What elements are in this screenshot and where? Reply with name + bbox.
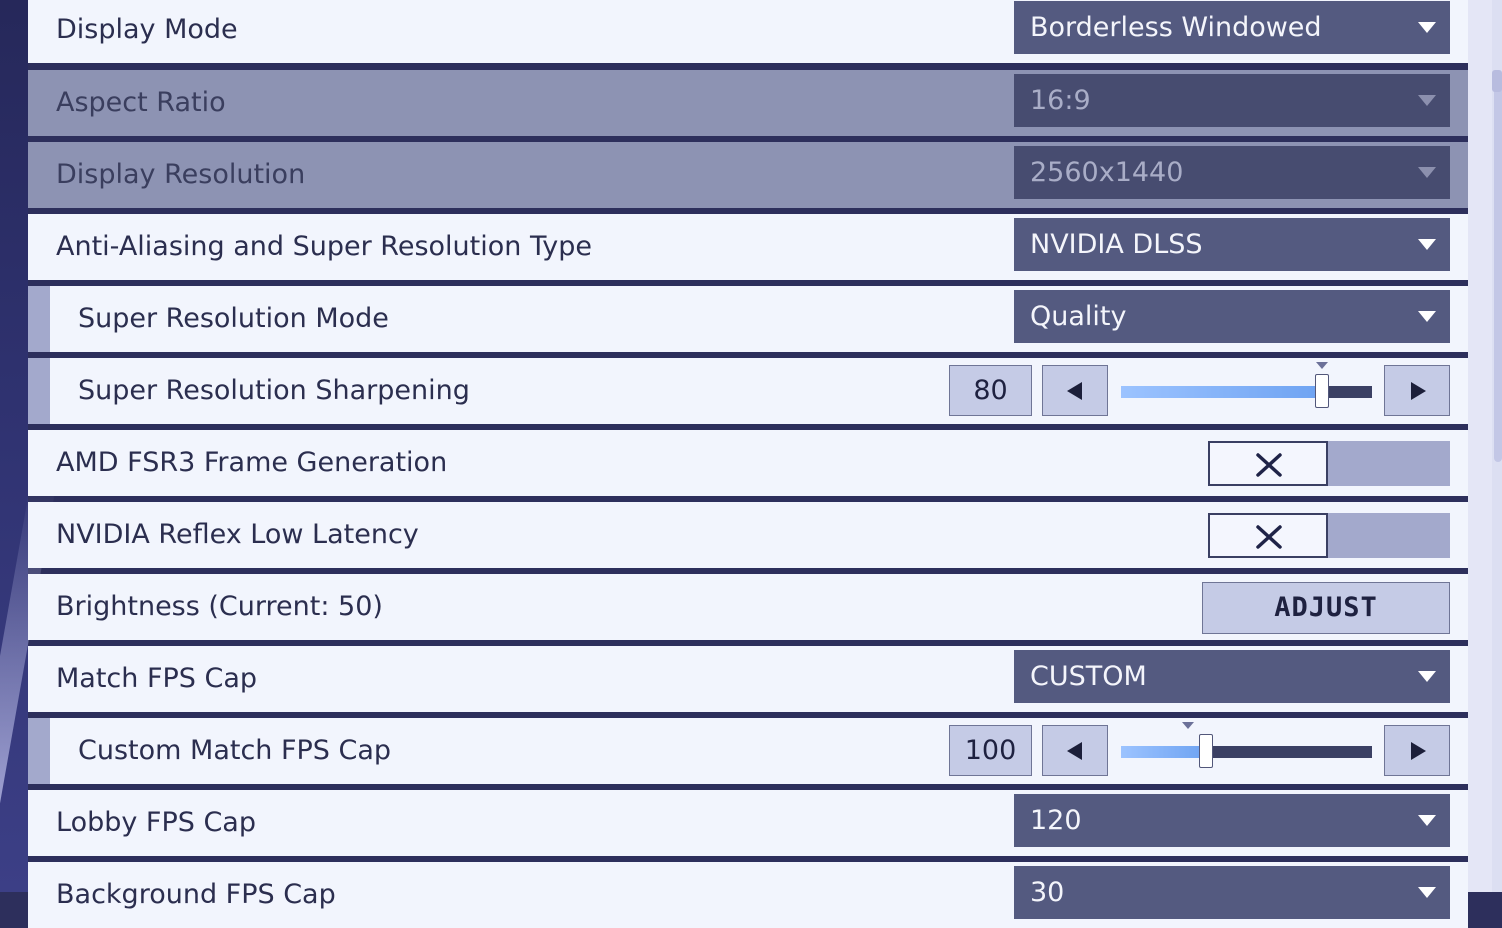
dropdown-value: NVIDIA DLSS [1030,229,1203,260]
display-mode-dropdown[interactable]: Borderless Windowed [1014,1,1450,54]
setting-row-nvidia-reflex: NVIDIA Reflex Low Latency [28,502,1468,568]
setting-row-amd-fsr3: AMD FSR3 Frame Generation [28,430,1468,496]
setting-label: Aspect Ratio [56,87,226,118]
setting-label: Anti-Aliasing and Super Resolution Type [56,231,592,262]
nvidia-reflex-toggle[interactable] [1208,513,1450,558]
custom-fps-slider-thumb[interactable] [1199,734,1214,768]
default-marker-icon [1182,722,1195,729]
setting-label: Match FPS Cap [56,663,258,694]
sub-setting-indent [28,718,50,784]
setting-row-aspect-ratio: Aspect Ratio 16:9 [28,70,1468,136]
x-icon [1256,525,1282,549]
setting-row-match-fps-cap: Match FPS Cap CUSTOM [28,646,1468,712]
slider-fill [1121,386,1322,398]
match-fps-cap-dropdown[interactable]: CUSTOM [1014,650,1450,703]
setting-label: Background FPS Cap [56,879,336,910]
triangle-left-icon [1067,742,1082,760]
setting-row-custom-match-fps-cap: Custom Match FPS Cap 100 [50,718,1468,784]
scrollbar-thumb[interactable] [1494,72,1502,462]
setting-label: AMD FSR3 Frame Generation [56,447,448,478]
custom-fps-decrease-button[interactable] [1042,725,1108,776]
aspect-ratio-dropdown: 16:9 [1014,74,1450,127]
dropdown-value: 30 [1030,877,1065,908]
setting-label: Custom Match FPS Cap [78,735,392,766]
custom-fps-increase-button[interactable] [1384,725,1450,776]
sharpening-decrease-button[interactable] [1042,365,1108,416]
brightness-adjust-button[interactable]: ADJUST [1202,582,1450,634]
dropdown-value: CUSTOM [1030,661,1147,692]
toggle-off-state [1208,513,1328,558]
dropdown-value: Quality [1030,301,1127,332]
sub-setting-indent [28,358,50,424]
dropdown-value: Borderless Windowed [1030,12,1322,43]
dropdown-value: 16:9 [1030,85,1091,116]
toggle-off-state [1208,441,1328,486]
sharpening-slider-track[interactable] [1121,386,1372,398]
slider-fill [1121,746,1207,758]
setting-row-background-fps-cap: Background FPS Cap 30 [28,862,1468,928]
chevron-down-icon [1418,22,1436,33]
background-fps-cap-dropdown[interactable]: 30 [1014,866,1450,919]
setting-row-super-resolution-sharpening: Super Resolution Sharpening 80 [50,358,1468,424]
setting-label: NVIDIA Reflex Low Latency [56,519,419,550]
sharpening-slider-thumb[interactable] [1314,374,1329,408]
lobby-fps-cap-dropdown[interactable]: 120 [1014,794,1450,847]
setting-row-anti-aliasing: Anti-Aliasing and Super Resolution Type … [28,214,1468,280]
setting-label: Lobby FPS Cap [56,807,256,838]
chevron-down-icon [1418,887,1436,898]
default-marker-icon [1315,362,1328,369]
chevron-down-icon [1418,311,1436,322]
sub-setting-indent [28,286,50,352]
scrollbar-handle[interactable] [1492,70,1502,92]
setting-row-display-resolution: Display Resolution 2560x1440 [28,142,1468,208]
setting-label: Display Mode [56,14,238,45]
chevron-down-icon [1418,167,1436,178]
setting-row-brightness: Brightness (Current: 50) ADJUST [28,574,1468,640]
sharpening-value-box[interactable]: 80 [949,365,1032,416]
setting-row-super-resolution-mode: Super Resolution Mode Quality [50,286,1468,352]
triangle-left-icon [1067,382,1082,400]
x-icon [1256,453,1282,477]
setting-row-lobby-fps-cap: Lobby FPS Cap 120 [28,790,1468,856]
setting-label: Display Resolution [56,159,306,190]
chevron-down-icon [1418,95,1436,106]
custom-fps-value-box[interactable]: 100 [949,725,1032,776]
dropdown-value: 120 [1030,805,1082,836]
setting-label: Brightness (Current: 50) [56,591,383,622]
display-resolution-dropdown: 2560x1440 [1014,146,1450,199]
dropdown-value: 2560x1440 [1030,157,1184,188]
triangle-right-icon [1411,382,1426,400]
chevron-down-icon [1418,239,1436,250]
setting-row-display-mode: Display Mode Borderless Windowed [28,0,1468,63]
triangle-right-icon [1411,742,1426,760]
super-resolution-mode-dropdown[interactable]: Quality [1014,290,1450,343]
custom-fps-slider-track[interactable] [1121,746,1372,758]
chevron-down-icon [1418,815,1436,826]
setting-label: Super Resolution Sharpening [78,375,470,406]
chevron-down-icon [1418,671,1436,682]
setting-label: Super Resolution Mode [78,303,389,334]
amd-fsr3-toggle[interactable] [1208,441,1450,486]
sharpening-increase-button[interactable] [1384,365,1450,416]
anti-aliasing-dropdown[interactable]: NVIDIA DLSS [1014,218,1450,271]
